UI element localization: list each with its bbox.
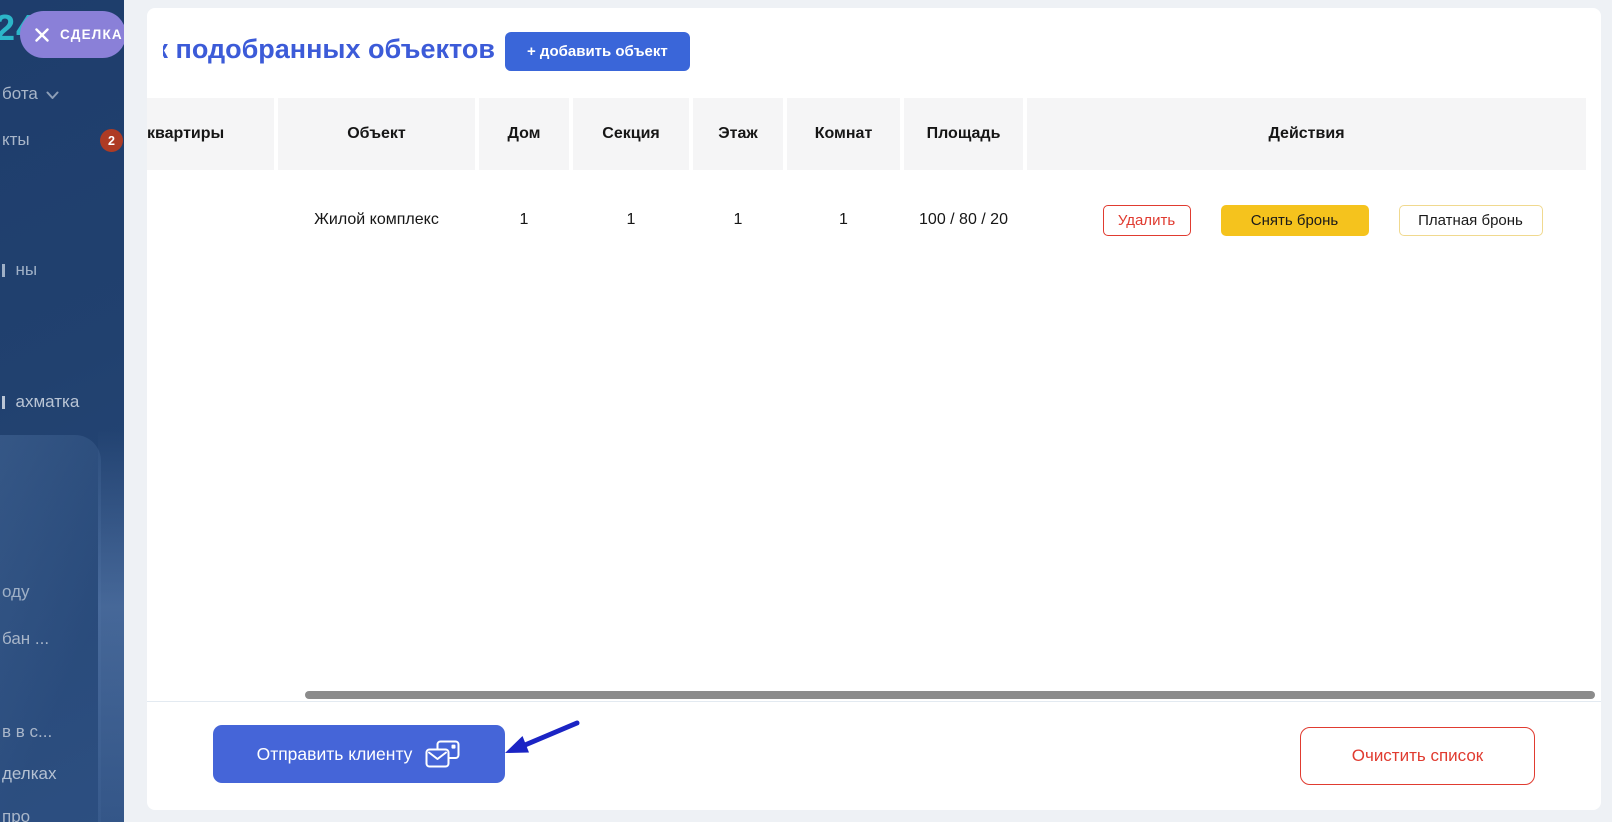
table-row: Жилой комплекс 1 1 1 1 100 / 80 / 20 Уда… <box>147 178 1586 262</box>
send-to-client-label: Отправить клиенту <box>257 744 413 765</box>
clipped-letter-fragment <box>2 264 5 277</box>
clipped-title-fragment: к <box>163 34 168 65</box>
sidebar-item-ahmatka[interactable]: ахматка <box>2 392 79 412</box>
cell-apartment <box>147 178 274 262</box>
paid-booking-button[interactable]: Платная бронь <box>1399 205 1543 236</box>
annotation-arrow <box>495 708 590 768</box>
send-mail-icon <box>425 740 461 768</box>
sidebar-item-label: кты <box>2 130 30 150</box>
footer-divider <box>147 701 1601 702</box>
sidebar-item-label: бота <box>2 84 38 104</box>
column-header-house: Дом <box>479 98 569 170</box>
cell-area: 100 / 80 / 20 <box>904 178 1023 262</box>
column-header-floor: Этаж <box>693 98 783 170</box>
add-object-button[interactable]: + добавить объект <box>505 32 690 71</box>
cell-house: 1 <box>479 178 569 262</box>
cell-actions: Удалить Снять бронь Платная бронь <box>1043 178 1602 262</box>
sidebar-item-pro[interactable]: про <box>2 807 30 822</box>
selected-objects-panel: к подобранных объектов + добавить объект… <box>147 8 1601 810</box>
column-header-apartments: квартиры <box>147 98 274 170</box>
deal-pill-label: СДЕЛКА <box>60 27 123 42</box>
remove-booking-button[interactable]: Снять бронь <box>1221 205 1369 236</box>
sidebar-item-label: про <box>2 807 30 822</box>
sidebar-item-label: бан ... <box>2 629 49 649</box>
sidebar-item-vvs[interactable]: в в с... <box>2 722 52 742</box>
sidebar-sheen-decoration <box>98 430 124 822</box>
count-badge: 2 <box>100 129 123 152</box>
cell-floor: 1 <box>693 178 783 262</box>
sidebar-item-odu[interactable]: оду <box>2 582 30 602</box>
horizontal-scrollbar-thumb[interactable] <box>305 691 1595 699</box>
cell-section: 1 <box>573 178 689 262</box>
chevron-down-icon <box>46 91 59 100</box>
sidebar-item-delkah[interactable]: делках <box>2 764 57 784</box>
column-header-area: Площадь <box>904 98 1023 170</box>
sidebar-item-label: в в с... <box>2 722 52 742</box>
column-header-object: Объект <box>278 98 475 170</box>
clear-list-button[interactable]: Очистить список <box>1300 727 1535 785</box>
sidebar-item-ban[interactable]: бан ... <box>2 629 49 649</box>
clipped-letter-fragment <box>2 396 5 409</box>
cell-rooms: 1 <box>787 178 900 262</box>
page-title-text: подобранных объектов <box>176 34 495 64</box>
deal-close-button[interactable]: СДЕЛКА <box>20 11 124 58</box>
sidebar: 24 СДЕЛКА бота кты 2 ны ахматка оду бан … <box>0 0 124 822</box>
sidebar-item-label: оду <box>2 582 30 602</box>
page-title: к подобранных объектов <box>163 34 495 65</box>
sidebar-item-kty[interactable]: кты <box>2 130 30 150</box>
sidebar-item-rabota[interactable]: бота <box>2 84 59 104</box>
app-screen: { "sidebar": { "logo_fragment": "24", "d… <box>0 0 1612 822</box>
column-header-actions: Действия <box>1027 98 1586 170</box>
column-header-rooms: Комнат <box>787 98 900 170</box>
table-header-row: квартиры Объект Дом Секция Этаж Комнат П… <box>147 98 1586 170</box>
cell-object: Жилой комплекс <box>278 178 475 262</box>
sidebar-item-ny[interactable]: ны <box>2 260 37 280</box>
close-icon <box>35 28 49 42</box>
column-header-section: Секция <box>573 98 689 170</box>
delete-button[interactable]: Удалить <box>1103 205 1191 236</box>
send-to-client-button[interactable]: Отправить клиенту <box>213 725 505 783</box>
sidebar-item-label: ны <box>16 260 38 280</box>
sidebar-item-label: делках <box>2 764 57 784</box>
sidebar-item-label: ахматка <box>16 392 80 412</box>
